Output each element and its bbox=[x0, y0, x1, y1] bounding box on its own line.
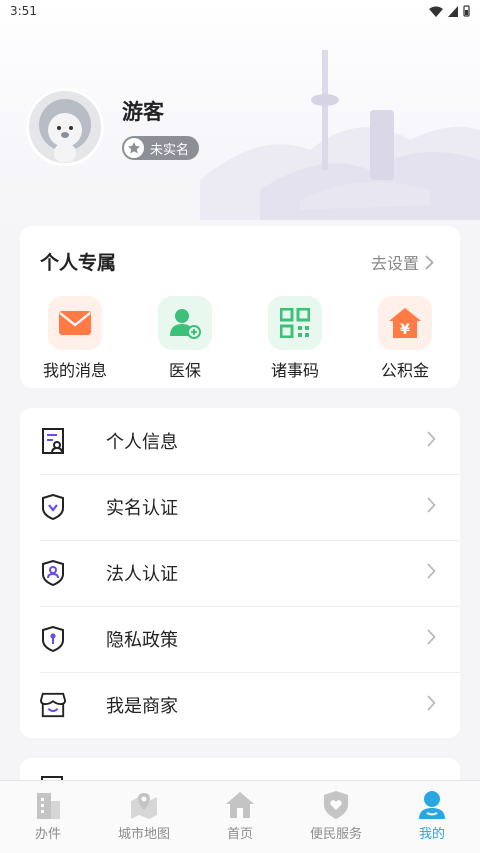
menu-label: 实名认证 bbox=[106, 498, 178, 519]
qr-code-icon bbox=[268, 296, 322, 350]
tab-label: 办件 bbox=[34, 827, 61, 842]
quick-label: 医保 bbox=[168, 361, 201, 380]
username: 游客 bbox=[122, 100, 164, 124]
menu-card: 个人信息 实名认证 法人认证 隐私政策 我是商家 bbox=[20, 408, 460, 738]
quick-item-code[interactable]: 诸事码 bbox=[240, 296, 350, 381]
chevron-right-icon bbox=[427, 431, 436, 447]
menu-item-privacy[interactable]: 隐私政策 bbox=[20, 606, 460, 672]
building-icon bbox=[37, 793, 60, 819]
tab-label: 首页 bbox=[226, 827, 253, 842]
quick-item-messages[interactable]: 我的消息 bbox=[20, 296, 130, 381]
user-icon bbox=[419, 791, 445, 819]
tab-label: 城市地图 bbox=[117, 827, 170, 842]
tab-tasks[interactable]: 办件 bbox=[0, 781, 96, 853]
menu-item-merchant[interactable]: 我是商家 bbox=[20, 672, 460, 738]
menu-item-legal-person[interactable]: 法人认证 bbox=[20, 540, 460, 606]
quick-label: 诸事码 bbox=[270, 361, 319, 380]
menu-label: 法人认证 bbox=[106, 564, 178, 585]
avatar[interactable] bbox=[26, 88, 104, 166]
tab-home[interactable]: 首页 bbox=[192, 781, 288, 853]
star-icon bbox=[124, 138, 144, 158]
shield-heart-icon bbox=[324, 791, 348, 819]
settings-link-label: 去设置 bbox=[370, 254, 419, 273]
id-card-icon bbox=[40, 428, 66, 454]
chevron-right-icon bbox=[427, 695, 436, 711]
svg-text:¥: ¥ bbox=[400, 322, 410, 338]
city-skyline-illustration bbox=[200, 50, 480, 220]
medical-user-icon bbox=[158, 296, 212, 350]
house-yuan-icon: ¥ bbox=[378, 296, 432, 350]
quick-item-medical[interactable]: 医保 bbox=[130, 296, 240, 381]
quick-actions: 我的消息 医保 诸事码 ¥ 公积金 bbox=[20, 296, 460, 381]
status-time: 3:51 bbox=[10, 4, 37, 18]
personal-card-title: 个人专属 bbox=[40, 252, 117, 274]
bottom-tab-bar: 办件 城市地图 首页 便民服务 我的 bbox=[0, 780, 480, 853]
shop-icon bbox=[40, 692, 66, 718]
menu-label: 隐私政策 bbox=[106, 630, 178, 651]
chevron-right-icon bbox=[425, 254, 434, 270]
tab-mine[interactable]: 我的 bbox=[384, 781, 480, 853]
chevron-right-icon bbox=[427, 629, 436, 645]
quick-item-fund[interactable]: ¥ 公积金 bbox=[350, 296, 460, 381]
tab-city-map[interactable]: 城市地图 bbox=[96, 781, 192, 853]
settings-link[interactable]: 去设置 bbox=[371, 250, 434, 274]
tab-services[interactable]: 便民服务 bbox=[288, 781, 384, 853]
wifi-icon bbox=[429, 6, 443, 17]
status-bar: 3:51 bbox=[0, 0, 480, 22]
shield-person-icon bbox=[40, 560, 66, 586]
menu-item-real-name[interactable]: 实名认证 bbox=[20, 474, 460, 540]
chevron-right-icon bbox=[427, 497, 436, 513]
quick-label: 我的消息 bbox=[42, 361, 107, 380]
chevron-right-icon bbox=[427, 563, 436, 579]
map-pin-icon bbox=[131, 793, 157, 819]
tab-label: 我的 bbox=[418, 827, 445, 842]
mail-icon bbox=[48, 296, 102, 350]
tab-label: 便民服务 bbox=[309, 827, 362, 842]
signal-icon bbox=[448, 5, 458, 17]
shield-lock-icon bbox=[40, 626, 66, 652]
menu-label: 我是商家 bbox=[106, 696, 178, 717]
shield-check-icon bbox=[40, 494, 66, 520]
badge-label: 未实名 bbox=[150, 142, 190, 158]
status-icons bbox=[429, 5, 470, 17]
battery-icon bbox=[463, 5, 470, 17]
quick-label: 公积金 bbox=[380, 361, 429, 380]
home-icon bbox=[226, 792, 254, 818]
personal-card: 个人专属 去设置 我的消息 医保 诸事码 ¥ 公积金 bbox=[20, 226, 460, 388]
menu-item-personal-info[interactable]: 个人信息 bbox=[20, 408, 460, 474]
verification-badge[interactable]: 未实名 bbox=[122, 136, 200, 160]
menu-label: 个人信息 bbox=[106, 432, 178, 453]
lion-avatar-icon bbox=[39, 99, 91, 162]
